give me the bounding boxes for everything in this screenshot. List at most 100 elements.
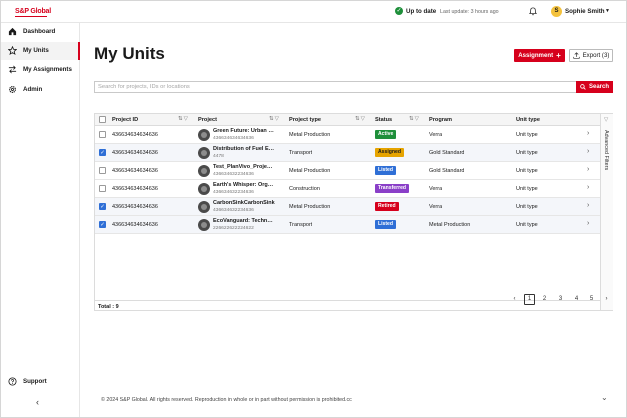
table-header: Project ID ⇅▽ Project ⇅▽ Project type ⇅▽… (95, 114, 600, 126)
chevron-right-icon[interactable]: › (587, 220, 589, 227)
sort-filter-icon[interactable]: ⇅▽ (178, 116, 189, 122)
main-content: My Units Assignment + Export (3) Search … (81, 23, 626, 417)
cell-unit-type: Unit type (516, 222, 538, 228)
row-checkbox[interactable]: ✓ (99, 221, 106, 228)
status-badge: Listed (375, 166, 397, 175)
search-button[interactable]: Search (576, 81, 613, 93)
swap-arrows-icon (8, 65, 17, 74)
cell-program: Verra (429, 204, 443, 210)
row-checkbox[interactable]: ✓ (99, 203, 106, 210)
table-row[interactable]: 436634634634636 Test_PlanVivo_Project_2 … (95, 162, 600, 180)
cell-project-sub-id: 4478 (213, 154, 224, 159)
cell-project-name[interactable]: Test_PlanVivo_Project_2 (213, 164, 275, 170)
select-all-checkbox[interactable] (99, 116, 106, 123)
cell-project-type: Metal Production (289, 204, 331, 210)
sidebar-item-label: My Units (23, 47, 49, 54)
assignment-button-label: Assignment (518, 52, 554, 59)
cell-project-id: 436634634634636 (112, 150, 158, 156)
status-badge: Transferred (375, 184, 410, 193)
filter-icon: ▽ (604, 117, 609, 123)
cell-program: Gold Standard (429, 168, 465, 174)
sidebar-item-label: Dashboard (23, 28, 56, 35)
sort-filter-icon[interactable]: ⇅▽ (269, 116, 280, 122)
user-name[interactable]: Sophie Smith (565, 8, 605, 15)
cell-project-name[interactable]: Earth's Whisper: Organ... (213, 182, 275, 188)
page-button-2[interactable]: 2 (539, 294, 550, 305)
plus-icon: + (556, 50, 561, 60)
cell-unit-type: Unit type (516, 186, 538, 192)
sidebar-item-my-assignments[interactable]: My Assignments (1, 61, 80, 79)
user-avatar[interactable]: S (551, 6, 562, 17)
chevron-right-icon[interactable]: › (587, 130, 589, 137)
units-table: Project ID ⇅▽ Project ⇅▽ Project type ⇅▽… (94, 113, 613, 311)
project-thumbnail (198, 165, 210, 177)
cell-project-sub-id: 436634632234636 (213, 208, 254, 213)
cell-project-id: 436634634634636 (112, 132, 158, 138)
project-thumbnail (198, 129, 210, 141)
cell-project-name[interactable]: CarbonSinkCarbonSink (213, 200, 275, 206)
last-update-text: Last update: 3 hours ago (440, 9, 499, 15)
project-thumbnail (198, 147, 210, 159)
row-checkbox[interactable]: ✓ (99, 149, 106, 156)
page-button-4[interactable]: 4 (571, 294, 582, 305)
column-header-unit-type[interactable]: Unit type (516, 117, 540, 123)
status-badge: Retired (375, 202, 399, 211)
table-row[interactable]: ✓ 436634634634636 CarbonSinkCarbonSink 4… (95, 198, 600, 216)
sp-global-logo[interactable]: S&P Global (15, 8, 51, 15)
row-checkbox[interactable] (99, 131, 106, 138)
export-button[interactable]: Export (3) (569, 49, 613, 62)
chevron-left-icon[interactable]: ‹ (509, 294, 520, 305)
chevron-right-icon[interactable]: › (587, 202, 589, 209)
sync-status-label: Up to date (406, 7, 437, 15)
top-bar: S&P Global ✓ Up to date Last update: 3 h… (1, 1, 626, 23)
page-button-1[interactable]: 1 (524, 294, 535, 305)
cell-project-name[interactable]: EcoVanguard: Technolo... (213, 218, 275, 224)
chevron-down-icon[interactable]: ▼ (605, 8, 610, 14)
sync-status: ✓ Up to date (395, 7, 436, 15)
bell-icon[interactable] (529, 7, 537, 16)
assignment-button[interactable]: Assignment + (514, 49, 565, 62)
cell-project-name[interactable]: Green Future: Urban an... (213, 128, 275, 134)
sidebar-item-dashboard[interactable]: Dashboard (1, 23, 80, 41)
chevron-right-icon[interactable]: › (587, 166, 589, 173)
row-checkbox[interactable] (99, 167, 106, 174)
search-input[interactable] (94, 81, 577, 93)
cell-project-name[interactable]: Distribution of Fuel Efficie... (213, 146, 275, 152)
sidebar-item-label: Support (23, 378, 47, 385)
table-row[interactable]: 436634634634636 Earth's Whisper: Organ..… (95, 180, 600, 198)
cell-program: Gold Standard (429, 150, 465, 156)
sidebar-item-my-units[interactable]: My Units (1, 42, 80, 60)
chevron-right-icon[interactable]: › (601, 294, 612, 305)
column-header-status[interactable]: Status (375, 117, 392, 123)
sidebar-item-support[interactable]: Support (1, 373, 80, 391)
column-header-project[interactable]: Project (198, 117, 217, 123)
column-header-program[interactable]: Program (429, 117, 452, 123)
table-row[interactable]: ✓ 436634634634636 EcoVanguard: Technolo.… (95, 216, 600, 234)
cell-program: Metal Production (429, 222, 471, 228)
cell-program: Verra (429, 132, 443, 138)
column-header-project-type[interactable]: Project type (289, 117, 321, 123)
cell-project-sub-id: 226622622224622 (213, 226, 254, 231)
chevron-left-icon[interactable]: ‹ (36, 397, 39, 407)
status-badge: Assigned (375, 148, 404, 157)
row-checkbox[interactable] (99, 185, 106, 192)
cell-project-type: Metal Production (289, 168, 331, 174)
sort-filter-icon[interactable]: ⇅▽ (355, 116, 366, 122)
chevron-right-icon[interactable]: › (587, 184, 589, 191)
search-icon (580, 84, 586, 90)
table-row[interactable]: 436634634634636 Green Future: Urban an..… (95, 126, 600, 144)
sidebar-item-admin[interactable]: Admin (1, 81, 80, 99)
sidebar-item-label: Admin (23, 86, 43, 93)
cell-project-id: 436634634634636 (112, 168, 158, 174)
cell-unit-type: Unit type (516, 168, 538, 174)
table-row[interactable]: ✓ 436634634634636 Distribution of Fuel E… (95, 144, 600, 162)
chevron-right-icon[interactable]: › (587, 148, 589, 155)
advanced-filters-label: Advanced Filters (603, 130, 609, 171)
sort-filter-icon[interactable]: ⇅▽ (409, 116, 420, 122)
footer-copyright: © 2024 S&P Global. All rights reserved. … (101, 397, 352, 403)
page-button-3[interactable]: 3 (555, 294, 566, 305)
chevron-down-icon[interactable]: ⌄ (601, 393, 608, 402)
page-button-5[interactable]: 5 (586, 294, 597, 305)
column-header-project-id[interactable]: Project ID (112, 117, 138, 123)
advanced-filters-panel[interactable]: ▽ Advanced Filters (600, 114, 613, 310)
